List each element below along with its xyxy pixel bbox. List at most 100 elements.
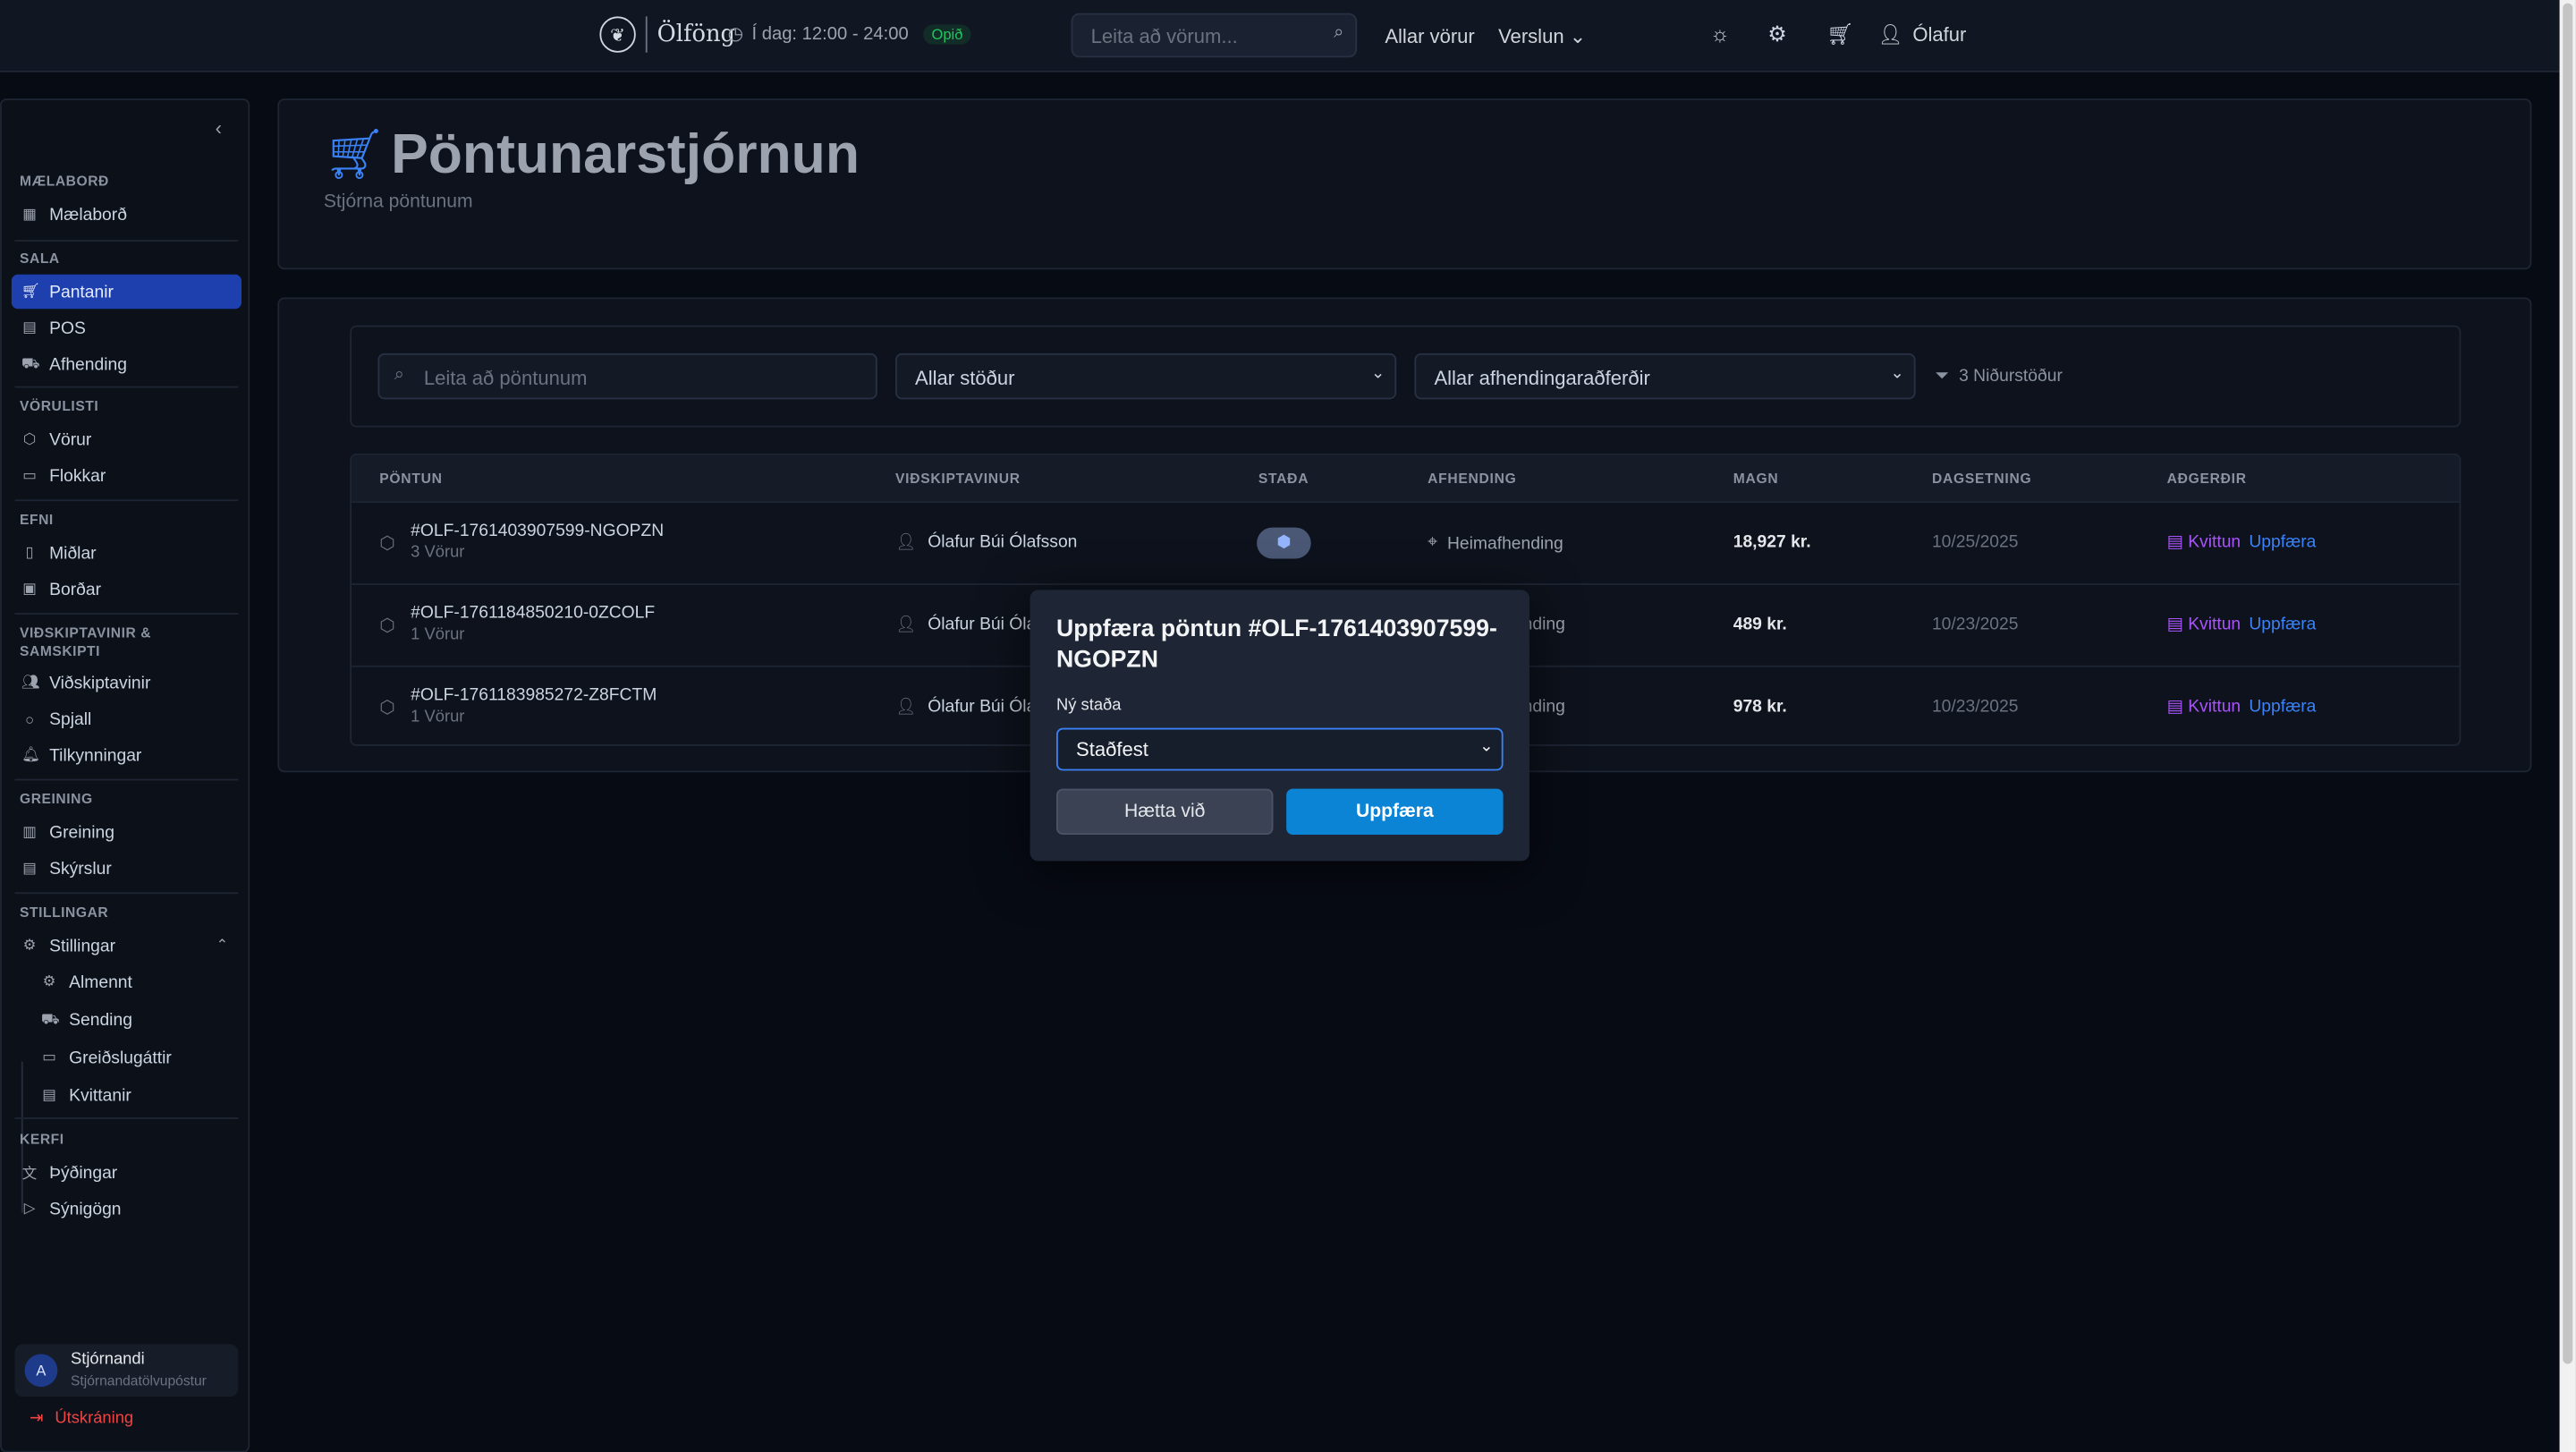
sidebar-item-label: Borðar (49, 579, 101, 599)
sidebar-item-general[interactable]: ⚙ Almennt (31, 964, 235, 999)
divider (14, 778, 239, 781)
update-button[interactable]: Uppfæra (1286, 788, 1504, 836)
sidebar-item-orders[interactable]: 🛒︎ Pantanir (11, 274, 242, 310)
sidebar-item-reports[interactable]: ▤ Skýrslur (12, 851, 242, 886)
admin-profile-card[interactable]: A Stjórnandi Stjórnandatölvupóstur (14, 1344, 239, 1397)
column-header-date[interactable]: DAGSETNING (1932, 470, 2031, 486)
receipt-link[interactable]: ▤ Kvittun (2167, 615, 2241, 634)
receipt-link[interactable]: ▤ Kvittun (2167, 697, 2241, 717)
update-link[interactable]: Uppfæra (2249, 697, 2316, 717)
chevron-down-icon: ⌄ (1479, 737, 1494, 756)
play-icon: ▷ (23, 1199, 36, 1217)
order-date: 10/23/2025 (1931, 696, 2019, 717)
section-content: EFNI (20, 511, 54, 528)
column-header-customer[interactable]: VIÐSKIPTAVINUR (895, 470, 1021, 486)
status-badge[interactable]: ⬢ (1257, 527, 1311, 559)
sidebar-item-label: Sýnigögn (49, 1198, 122, 1218)
order-number[interactable]: #OLF-1761184850210-0ZCOLF (411, 603, 655, 623)
search-placeholder: Leita að vörum... (1090, 24, 1238, 48)
sidebar-item-payments[interactable]: ▭ Greiðslugáttir (31, 1040, 235, 1075)
nav-store-dropdown[interactable]: Verslun ⌄ (1498, 25, 1586, 48)
sidebar-item-media[interactable]: ▯ Miðlar (12, 536, 242, 571)
image-icon: ▣ (22, 580, 37, 597)
sidebar-item-analytics[interactable]: ▥ Greining (12, 815, 242, 850)
logout-button[interactable]: ⇥ Útskráning (30, 1410, 133, 1428)
folder-icon: ▭ (22, 466, 37, 483)
file-icon: ▯ (25, 543, 34, 561)
sidebar-item-label: Greining (49, 822, 115, 843)
column-header-order[interactable]: PÖNTUN (379, 470, 442, 486)
page-header: 🛒︎ Pöntunarstjórnun Stjórna pöntunum (277, 98, 2532, 270)
sidebar-item-categories[interactable]: ▭ Flokkar (12, 458, 242, 493)
cart-icon: 🛒︎ (323, 128, 386, 183)
update-link[interactable]: Uppfæra (2249, 532, 2316, 552)
column-header-delivery[interactable]: AFHENDING (1428, 470, 1516, 486)
hours-text: Í dag: 12:00 - 24:00 (751, 23, 909, 44)
sidebar-item-label: Tilkynningar (49, 744, 142, 765)
status-filter-value: Allar stöður (915, 366, 1015, 390)
receipt-link[interactable]: ▤ Kvittun (2167, 532, 2241, 552)
table-row[interactable]: ⬡ #OLF-1761403907599-NGOPZN 3 Vörur 👤︎ Ól… (352, 501, 2460, 583)
sidebar-item-shipping[interactable]: ⛟ Sending (31, 1002, 235, 1037)
top-navigation-bar: ❦ Ölföng ◷ Í dag: 12:00 - 24:00 Opið Lei… (0, 0, 2560, 72)
gear-icon: ⚙ (42, 972, 56, 989)
update-link[interactable]: Uppfæra (2249, 615, 2316, 634)
sidebar-item-chat[interactable]: ○ Spjall (12, 701, 242, 736)
sidebar-item-label: POS (49, 318, 86, 338)
sidebar-item-delivery[interactable]: ⛟ Afhending (12, 347, 242, 382)
theme-toggle-sun-icon[interactable]: ☼ (1710, 21, 1730, 47)
sidebar-item-customers[interactable]: 👥︎ Viðskiptavinir (12, 666, 242, 701)
delivery-filter-select[interactable]: Allar afhendingaraðferðir ⌄ (1414, 352, 1916, 400)
new-status-select[interactable]: Staðfest ⌄ (1055, 727, 1504, 771)
column-header-status[interactable]: STAÐA (1258, 470, 1309, 486)
order-number[interactable]: #OLF-1761403907599-NGOPZN (411, 521, 664, 540)
collapse-sidebar-icon[interactable]: ‹ (216, 116, 222, 140)
order-search-input[interactable]: ⌕ Leita að pöntunum (377, 352, 877, 400)
sidebar-item-notifications[interactable]: 🔔︎ Tilkynningar (12, 738, 242, 773)
sidebar-item-label: Spjall (49, 709, 92, 729)
register-icon: ▤ (22, 318, 37, 335)
nav-all-products[interactable]: Allar vörur (1385, 25, 1474, 48)
user-icon: 👤︎ (895, 697, 917, 716)
order-number[interactable]: #OLF-1761183985272-Z8FCTM (411, 685, 657, 705)
row-actions: ▤ Kvittun Uppfæra (2167, 615, 2317, 634)
divider (14, 386, 239, 388)
sidebar-item-pos[interactable]: ▤ POS (12, 310, 242, 345)
section-sales: SALA (20, 250, 60, 267)
truck-icon: ⛟ (40, 1009, 60, 1027)
column-header-amount[interactable]: MAGN (1733, 470, 1779, 486)
cancel-button[interactable]: Hætta við (1055, 788, 1274, 836)
receipt-icon: ▤ (2166, 696, 2183, 717)
bar-chart-icon: ▥ (22, 823, 37, 840)
sidebar-item-demo[interactable]: ▷ Sýnigögn (12, 1192, 242, 1227)
user-menu[interactable]: 👤︎ Ólafur (1877, 23, 1966, 47)
sidebar-item-label: Vörur (49, 429, 92, 450)
admin-name: Stjórnandi (70, 1350, 145, 1369)
order-item-count: 3 Vörur (411, 543, 465, 563)
sidebar-item-receipts[interactable]: ▤ Kvittanir (31, 1078, 235, 1113)
sidebar-item-banners[interactable]: ▣ Borðar (12, 572, 242, 607)
brand-logo[interactable]: ❦ Ölföng (599, 16, 736, 53)
credit-card-icon: ▭ (42, 1048, 56, 1066)
admin-sidebar: ‹ MÆLABORÐ ▦ Mælaborð SALA 🛒︎ Pantanir ▤ PO… (0, 98, 250, 1452)
sidebar-item-label: Flokkar (49, 465, 106, 486)
chevron-down-icon: ⌄ (1890, 364, 1904, 383)
product-search-input[interactable]: Leita að vörum... ⌕ (1071, 13, 1358, 58)
sidebar-item-settings[interactable]: ⚙ Stillingar ⌃ (12, 929, 242, 964)
cart-icon[interactable]: 🛒︎ (1826, 21, 1853, 47)
sidebar-item-products[interactable]: ⬡ Vörur (12, 422, 242, 457)
scrollbar-thumb[interactable] (2563, 3, 2573, 1364)
chevron-down-icon: ⌄ (1569, 24, 1587, 48)
status-filter-select[interactable]: Allar stöður ⌄ (895, 352, 1397, 400)
brand-name: Ölföng (657, 21, 736, 48)
results-text: 3 Niðurstöður (1959, 366, 2063, 386)
filter-icon: ⏷ (1935, 366, 1950, 386)
order-amount: 489 kr. (1733, 614, 1787, 634)
sidebar-item-label: Pantanir (49, 281, 114, 302)
gear-icon: ⚙ (22, 936, 37, 954)
search-icon[interactable]: ⌕ (1334, 23, 1343, 45)
section-customers: VIÐSKIPTAVINIR & SAMSKIPTI (20, 624, 152, 659)
settings-gear-icon[interactable]: ⚙ (1767, 21, 1786, 47)
sidebar-item-translations[interactable]: 文 Þýðingar (12, 1155, 242, 1190)
sidebar-item-dashboard[interactable]: ▦ Mælaborð (12, 197, 242, 232)
